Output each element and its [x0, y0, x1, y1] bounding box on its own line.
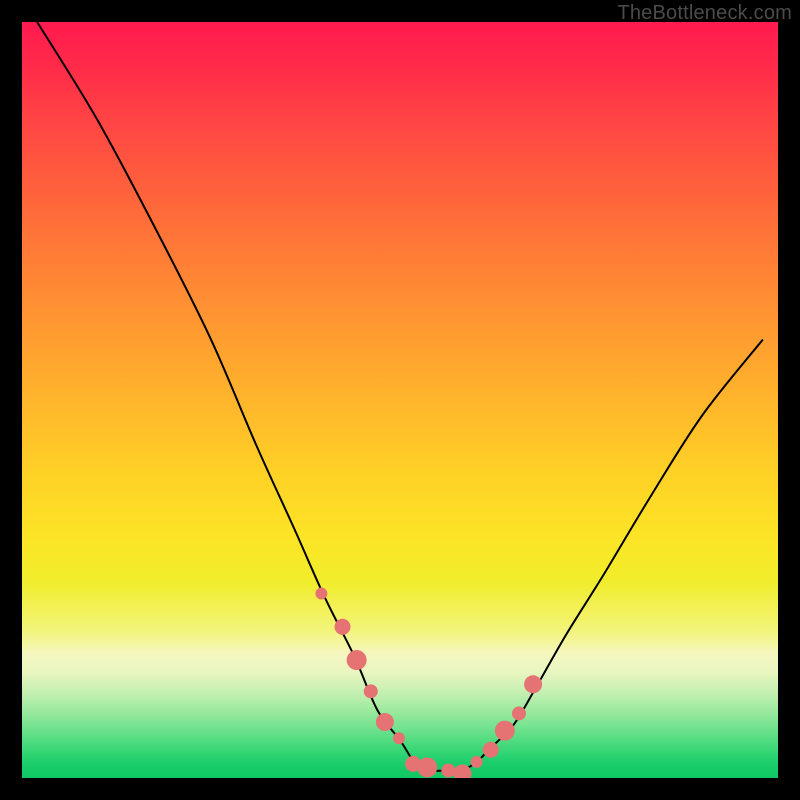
chart-plot-area — [22, 22, 778, 778]
watermark-text: TheBottleneck.com — [617, 2, 792, 25]
valley-markers — [22, 22, 778, 778]
